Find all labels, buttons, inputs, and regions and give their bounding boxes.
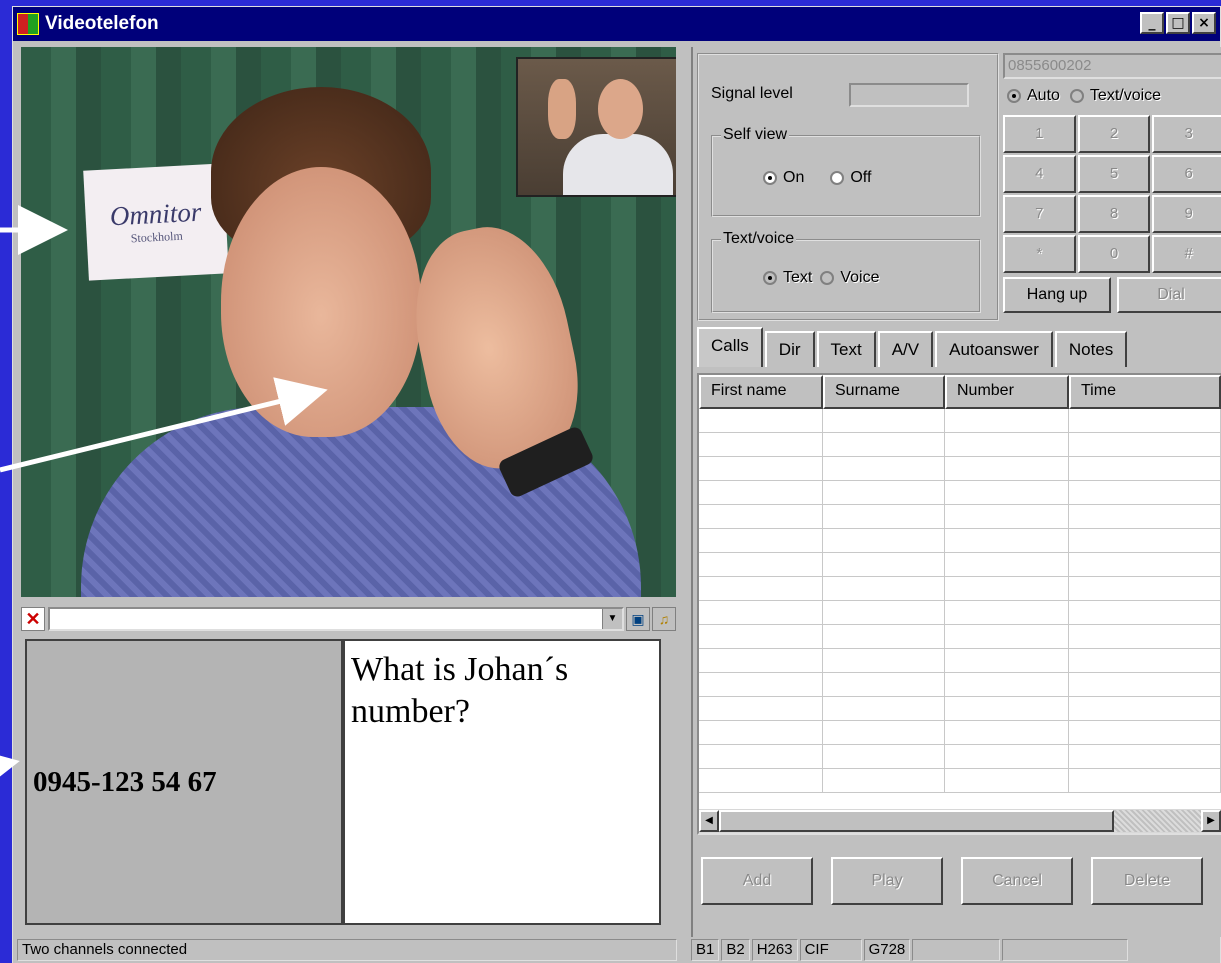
arrow-to-text [0,746,20,796]
annotation-arrows [0,205,328,796]
arrow-to-headset [0,377,328,473]
